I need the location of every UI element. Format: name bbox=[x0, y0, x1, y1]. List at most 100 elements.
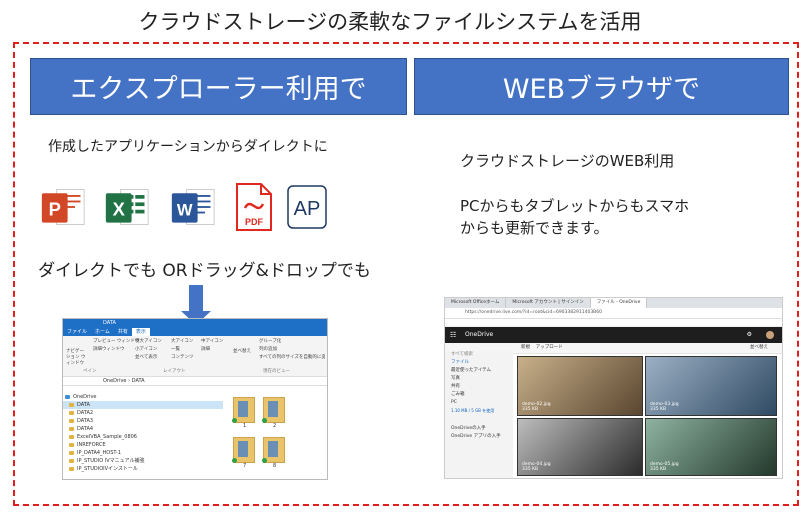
explorer-tab[interactable]: ホーム bbox=[91, 328, 114, 336]
file-label: 2 bbox=[273, 423, 277, 429]
sort-button[interactable]: 並べ替え bbox=[750, 343, 768, 353]
folder-thumbnail[interactable] bbox=[232, 397, 255, 423]
svg-text:PDF: PDF bbox=[245, 217, 264, 227]
ribbon-item[interactable]: 特大アイコン bbox=[135, 338, 162, 344]
tree-item[interactable]: IP_STUDIOIVインストール bbox=[63, 465, 223, 473]
avatar[interactable] bbox=[766, 331, 774, 339]
down-arrow-icon bbox=[189, 285, 203, 311]
browser-window: Microsoft Officeホーム Microsoft アカウント | サイ… bbox=[444, 297, 783, 479]
ribbon-item[interactable]: プレビュー ウィンドウ bbox=[93, 338, 139, 344]
explorer-header: エクスプローラー利用で bbox=[30, 58, 407, 115]
ribbon-item[interactable]: グループ化 bbox=[259, 338, 281, 344]
tree-item[interactable]: ExcelVBA_Sample_0806 bbox=[63, 433, 223, 441]
tree-item[interactable]: IP_STUDIO IVマニュアル補強 bbox=[63, 457, 223, 465]
browser-tab[interactable]: Microsoft アカウント | サインイン bbox=[506, 298, 591, 308]
photo-tile[interactable]: demo-03.jpg 335 KB bbox=[645, 356, 777, 416]
get-app-link-sub[interactable]: OneDrive アプリの入手 bbox=[445, 433, 513, 441]
photo-caption: demo-04.jpg 335 KB bbox=[522, 462, 551, 472]
nav-item[interactable]: ごみ箱 bbox=[445, 391, 513, 399]
folder-thumbnail[interactable] bbox=[232, 437, 255, 463]
ribbon-item[interactable]: 詳細ウィンドウ bbox=[93, 346, 125, 352]
explorer-tab[interactable]: ファイル bbox=[63, 328, 91, 336]
nav-item-files[interactable]: ファイル bbox=[445, 359, 513, 367]
photo-tile[interactable]: demo-04.jpg 335 KB bbox=[517, 418, 643, 476]
tree-item[interactable]: DATA3 bbox=[63, 417, 223, 425]
photo-caption: demo-02.jpg 335 KB bbox=[522, 402, 551, 412]
onedrive-title: OneDrive bbox=[465, 331, 494, 338]
browser-header: WEBブラウザで bbox=[414, 58, 789, 115]
upload-button[interactable]: アップロード bbox=[536, 345, 563, 350]
explorer-window: DATA ファイル ホーム 共有 表示 ナビゲーション ウィンドウ プレビュー … bbox=[62, 318, 328, 480]
explorer-address-bar[interactable]: OneDrive › DATA bbox=[63, 377, 327, 386]
nav-item[interactable]: 写真 bbox=[445, 375, 513, 383]
drag-drop-text: ダイレクトでも ORドラッグ&ドロップでも bbox=[38, 261, 371, 281]
explorer-desc: 作成したアプリケーションからダイレクトに bbox=[48, 139, 328, 155]
gear-icon[interactable]: ⚙ bbox=[747, 327, 752, 343]
app-launcher-icon[interactable]: ☷ bbox=[450, 327, 456, 343]
explorer-tabs: ファイル ホーム 共有 表示 bbox=[63, 328, 327, 336]
ribbon-group-label: 現在のビュー bbox=[263, 369, 290, 374]
storage-usage: 1.10 MB / 5 GB を使用 bbox=[451, 408, 495, 413]
tree-item[interactable]: DATA4 bbox=[63, 425, 223, 433]
word-icon: W bbox=[171, 189, 215, 225]
onedrive-nav: すべて検索 ファイル 最近使ったアイテム 写真 共有 ごみ箱 PC 1.10 M… bbox=[445, 351, 513, 478]
browser-line3: からも更新できます。 bbox=[460, 219, 609, 237]
nav-item[interactable]: PC bbox=[445, 399, 513, 407]
file-label: 8 bbox=[273, 463, 277, 469]
tree-item[interactable]: IP_DATA4_HOST-1 bbox=[63, 449, 223, 457]
browser-address-bar[interactable]: https://onedrive.live.com/?id=root&cid=6… bbox=[445, 308, 782, 319]
folder-thumbnail[interactable] bbox=[262, 437, 285, 463]
nav-item[interactable]: 共有 bbox=[445, 383, 513, 391]
explorer-titlebar: DATA bbox=[63, 319, 327, 328]
ribbon-item[interactable]: 小アイコン bbox=[135, 346, 157, 352]
photo-tile[interactable]: demo-05.jpg 335 KB bbox=[645, 418, 777, 476]
svg-text:W: W bbox=[177, 200, 193, 219]
file-label: 7 bbox=[243, 463, 247, 469]
ribbon-item[interactable]: 中アイコン bbox=[201, 338, 223, 344]
get-app-link[interactable]: OneDriveの入手 bbox=[445, 425, 513, 433]
svg-text:P: P bbox=[49, 198, 61, 219]
explorer-tab-view[interactable]: 表示 bbox=[131, 328, 150, 336]
ribbon-item[interactable]: 列の追加 bbox=[259, 346, 277, 352]
page-title: クラウドストレージの柔軟なファイルシステムを活用 bbox=[138, 10, 642, 34]
tree-item[interactable]: INREFORCE bbox=[63, 441, 223, 449]
browser-line1: クラウドストレージのWEB利用 bbox=[460, 152, 675, 170]
ribbon-item[interactable]: すべての列のサイズを自動的に変更する bbox=[259, 354, 325, 360]
browser-tabs: Microsoft Officeホーム Microsoft アカウント | サイ… bbox=[445, 298, 782, 308]
tree-item[interactable]: DATA2 bbox=[63, 409, 223, 417]
explorer-ribbon: ナビゲーション ウィンドウ プレビュー ウィンドウ 詳細ウィンドウ 特大アイコン… bbox=[63, 336, 327, 377]
nav-item[interactable]: 最近使ったアイテム bbox=[445, 367, 513, 375]
new-button[interactable]: 新規 bbox=[521, 345, 530, 350]
file-label: 1 bbox=[243, 423, 247, 429]
svg-text:X: X bbox=[113, 198, 126, 219]
folder-thumbnail[interactable] bbox=[262, 397, 285, 423]
photo-tile[interactable]: demo-02.jpg 335 KB bbox=[517, 356, 643, 416]
tree-item-selected[interactable]: DATA bbox=[63, 401, 223, 409]
pdf-icon: PDF bbox=[236, 183, 272, 231]
svg-text:AP: AP bbox=[294, 198, 321, 220]
excel-icon: X bbox=[105, 189, 149, 225]
browser-bookmarks-bar bbox=[445, 319, 782, 327]
browser-tab[interactable]: Microsoft Officeホーム bbox=[445, 298, 507, 308]
search-input[interactable]: すべて検索 bbox=[445, 351, 513, 359]
ribbon-item[interactable]: 並べて表示 bbox=[135, 354, 157, 360]
ribbon-item[interactable]: 詳細 bbox=[201, 346, 210, 352]
powerpoint-icon: P bbox=[41, 189, 85, 225]
explorer-file-grid: 1 2 7 8 bbox=[229, 393, 327, 479]
explorer-tab[interactable]: 共有 bbox=[114, 328, 132, 336]
browser-line2-block: PCからもタブレットからもスマホ からも更新できます。 bbox=[460, 195, 689, 239]
ap-icon: AP bbox=[287, 185, 327, 229]
ribbon-item[interactable]: コンテンツ bbox=[171, 354, 194, 360]
ribbon-group-label: ペイン bbox=[83, 369, 97, 374]
browser-tab-active[interactable]: ファイル - OneDrive bbox=[590, 298, 648, 308]
ribbon-item[interactable]: 大アイコン bbox=[171, 338, 193, 344]
browser-line2: PCからもタブレットからもスマホ bbox=[460, 197, 690, 215]
ribbon-item[interactable]: 並べ替え bbox=[233, 348, 251, 354]
ribbon-item[interactable]: 一覧 bbox=[171, 346, 180, 352]
ribbon-group-label: レイアウト bbox=[163, 369, 186, 374]
photo-caption: demo-05.jpg 335 KB bbox=[650, 462, 679, 472]
tree-item[interactable]: OneDrive bbox=[63, 393, 223, 401]
photo-caption: demo-03.jpg 335 KB bbox=[650, 402, 679, 412]
onedrive-appbar: ☷ OneDrive ⚙ bbox=[445, 327, 782, 343]
ribbon-item[interactable]: ナビゲーション ウィンドウ bbox=[66, 348, 88, 366]
